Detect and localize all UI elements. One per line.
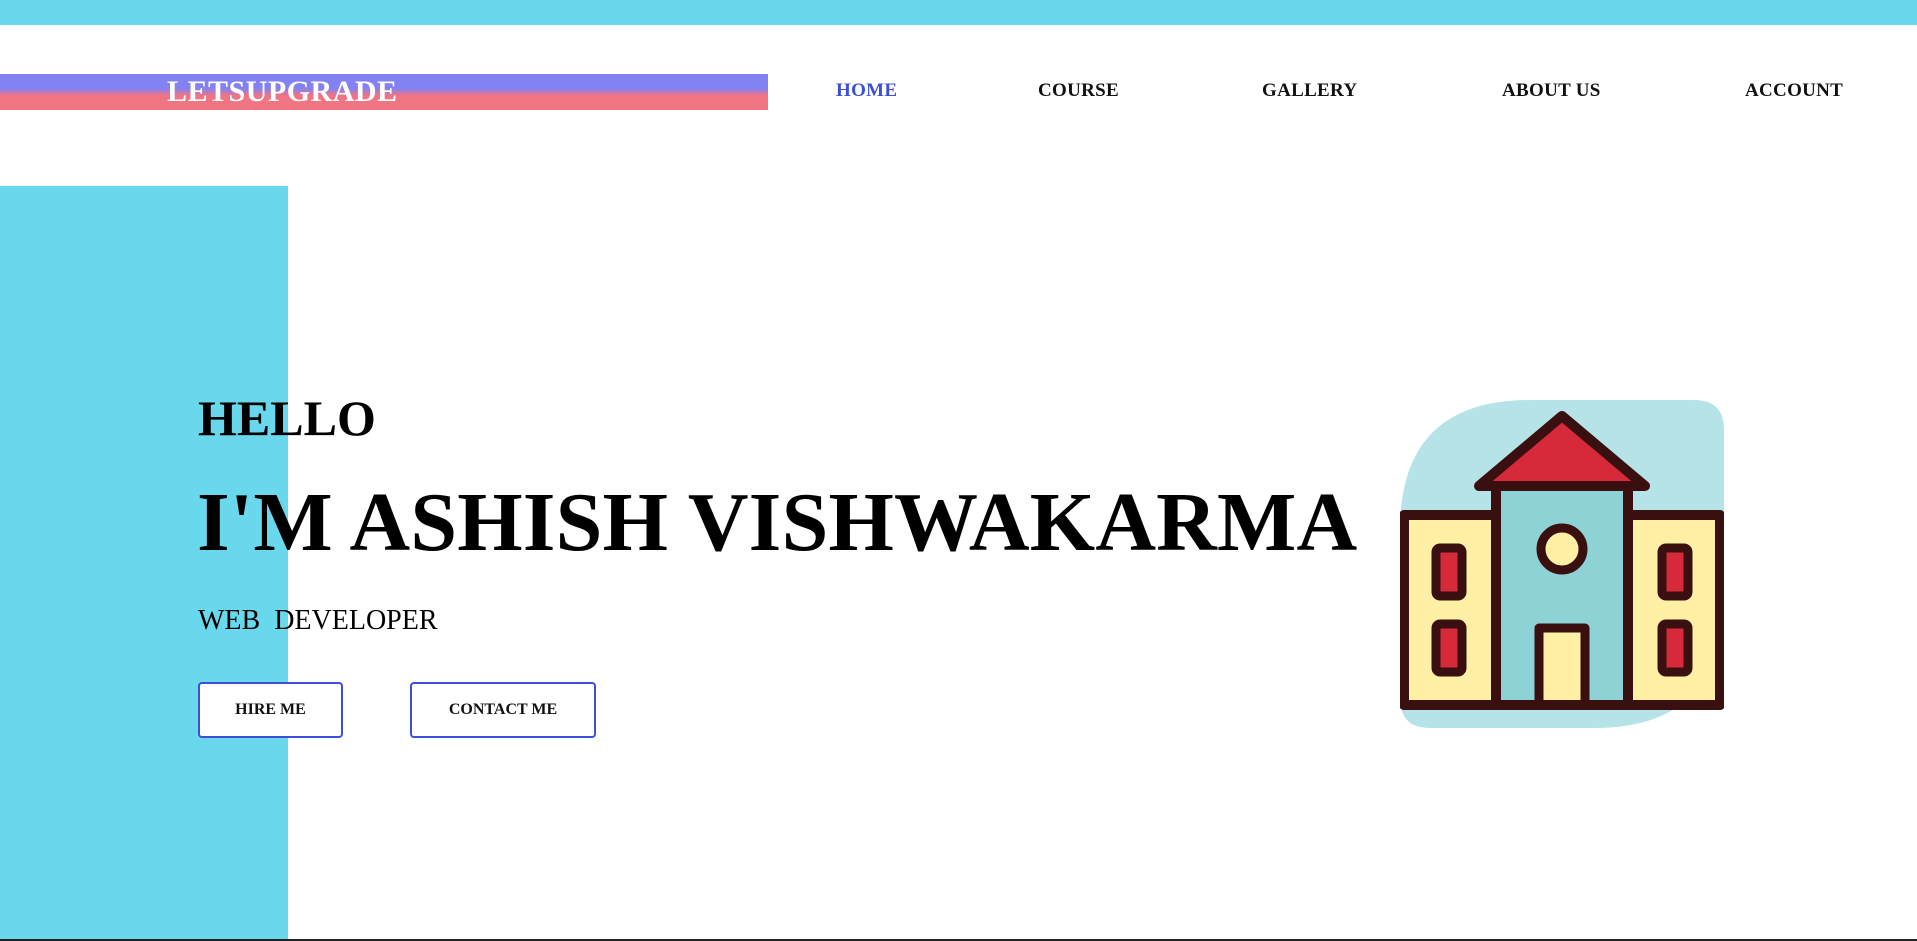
hero-greeting: HELLO — [198, 390, 376, 446]
nav-gallery-link[interactable]: GALLERY — [1262, 76, 1357, 106]
page: LETSUPGRADE HOME COURSE GALLERY ABOUT US… — [0, 0, 1917, 941]
nav-account-link[interactable]: ACCOUNT — [1745, 76, 1843, 106]
nav-home-link[interactable]: HOME — [836, 76, 897, 106]
main-nav: HOME COURSE GALLERY ABOUT US ACCOUNT — [0, 76, 1917, 106]
top-accent-bar — [0, 0, 1917, 25]
hero-name: I'M ASHISH VISHWAKARMA — [197, 476, 1358, 569]
contact-me-button[interactable]: CONTACT ME — [410, 682, 596, 738]
hero-role: WEB DEVELOPER — [198, 605, 438, 636]
nav-about-link[interactable]: ABOUT US — [1502, 76, 1601, 106]
nav-course-link[interactable]: COURSE — [1038, 76, 1119, 106]
school-building-icon — [1400, 400, 1724, 728]
hire-me-button[interactable]: HIRE ME — [198, 682, 343, 738]
